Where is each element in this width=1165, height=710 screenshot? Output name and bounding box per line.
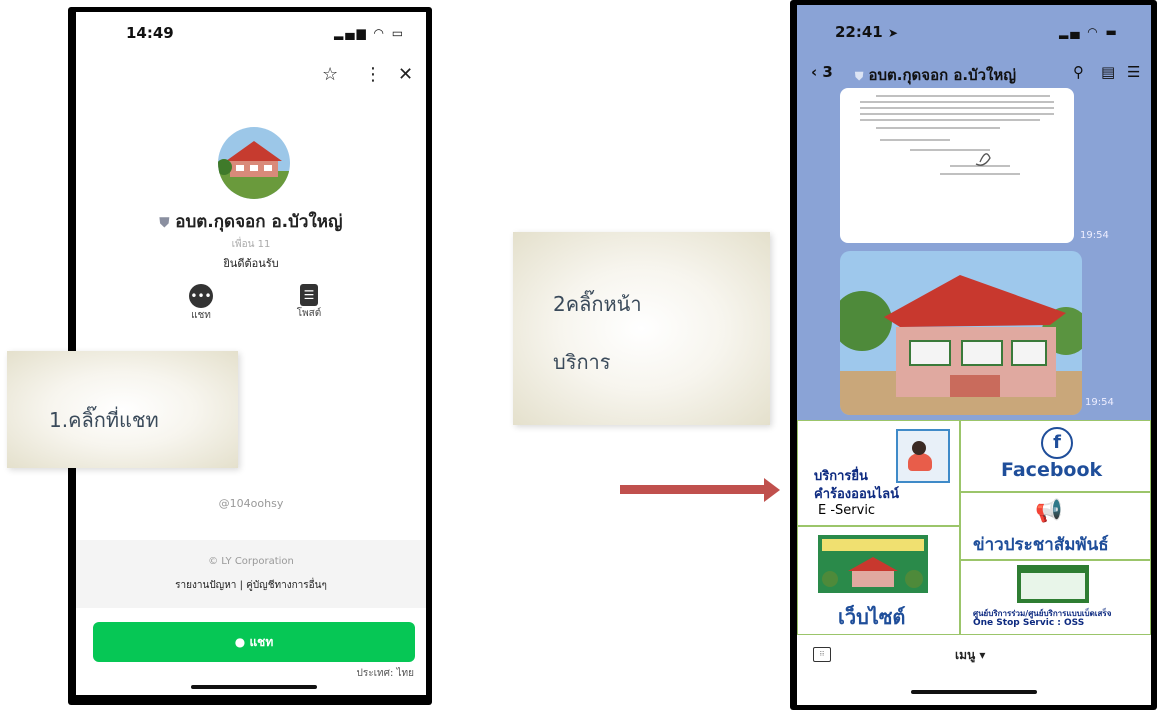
oss-table-icon [1017,565,1089,603]
menu-icon[interactable]: ☰ [1127,63,1140,81]
laptop-user-icon [896,429,950,483]
line-id: @104oohsy [218,497,284,510]
profile-name: ⛊ อบต.กุดจอก อ.บัวใหญ่ [159,212,343,232]
right-phone-screen: 22:41 ➤ ▂▄ ◠ ▬ ‹ 3 ⛊ อบต.กุดจอก อ.บัวใหญ… [797,5,1151,705]
chat-action[interactable]: ••• แชท [171,284,231,323]
more-icon[interactable]: ⋮ [364,64,382,85]
close-icon[interactable]: ✕ [398,64,413,85]
profile-avatar [218,127,290,199]
location-icon: ➤ [887,26,899,40]
corp-text: © LY Corporation [208,556,294,567]
arrow-head-icon [764,478,780,502]
menu-toggle[interactable]: เมนู ▾ [955,646,985,665]
post-action[interactable]: ☰ โพสต์ [279,284,339,321]
step2-callout: 2คลิ๊กหน้า บริการ [513,232,770,425]
message-time: 19:54 [1085,397,1114,408]
house-photo-message[interactable] [840,251,1082,415]
footer-panel [76,540,426,608]
step2-line2: บริการ [553,350,611,374]
shield-icon: ⛊ [855,70,864,83]
website-menu-button[interactable]: เว็บไซต์ [797,526,960,635]
rich-menu: บริการยื่น คำร้องออนไลน์ E -Servic f Fac… [797,420,1151,635]
step1-callout: 1.คลิ๊กที่แชท [7,351,238,468]
message-time: 19:54 [1080,230,1109,241]
facebook-menu-button[interactable]: f Facebook [960,420,1151,492]
chat-bubble-icon: ● [234,635,246,649]
footer-links[interactable]: รายงานปัญหา | คู่บัญชีทางการอื่นๆ [76,578,426,593]
arrow-shaft [620,485,766,494]
website-thumbnail [818,535,928,593]
chat-bubble-icon: ••• [189,284,213,308]
notes-icon[interactable]: ▤ [1101,63,1115,81]
step2-line1: 2คลิ๊กหน้า [553,292,642,316]
friends-count: เพื่อน 11 [231,239,271,250]
status-time: 22:41 ➤ [835,23,899,41]
status-icons: ▂▄ ◠ ▬ [1059,25,1119,39]
chat-button[interactable]: ● แชท [93,622,415,662]
step1-text: 1.คลิ๊กที่แชท [49,408,159,432]
status-icons: ▂▄▆ ◠ ▭ [334,26,406,40]
status-time: 14:49 [126,24,174,42]
news-menu-button[interactable]: 📢 ข่าวประชาสัมพันธ์ [960,492,1151,560]
megaphone-icon: 📢 [1035,499,1063,524]
back-button[interactable]: ‹ 3 [811,63,833,81]
oss-menu-button[interactable]: ศูนย์บริการร่วม/ศูนย์บริการแบบเบ็ดเสร็จ … [960,560,1151,635]
chat-title: ⛊ อบต.กุดจอก อ.บัวใหญ่ [855,66,1017,84]
chevron-left-icon: ‹ [811,63,818,81]
eservice-menu-button[interactable]: บริการยื่น คำร้องออนไลน์ E -Servic [797,420,960,526]
shield-icon: ⛊ [159,216,170,231]
facebook-icon: f [1041,427,1073,459]
document-image-message[interactable] [840,88,1074,243]
keyboard-icon[interactable]: ⁝⁝ [813,647,831,662]
post-icon: ☰ [300,284,318,306]
home-indicator [191,685,317,689]
home-indicator [911,690,1037,694]
star-icon[interactable]: ☆ [322,64,338,85]
search-icon[interactable]: ⚲ [1073,63,1084,81]
greeting-text: ยินดีต้อนรับ [223,257,279,270]
country-text: ประเทศ: ไทย [356,668,414,679]
